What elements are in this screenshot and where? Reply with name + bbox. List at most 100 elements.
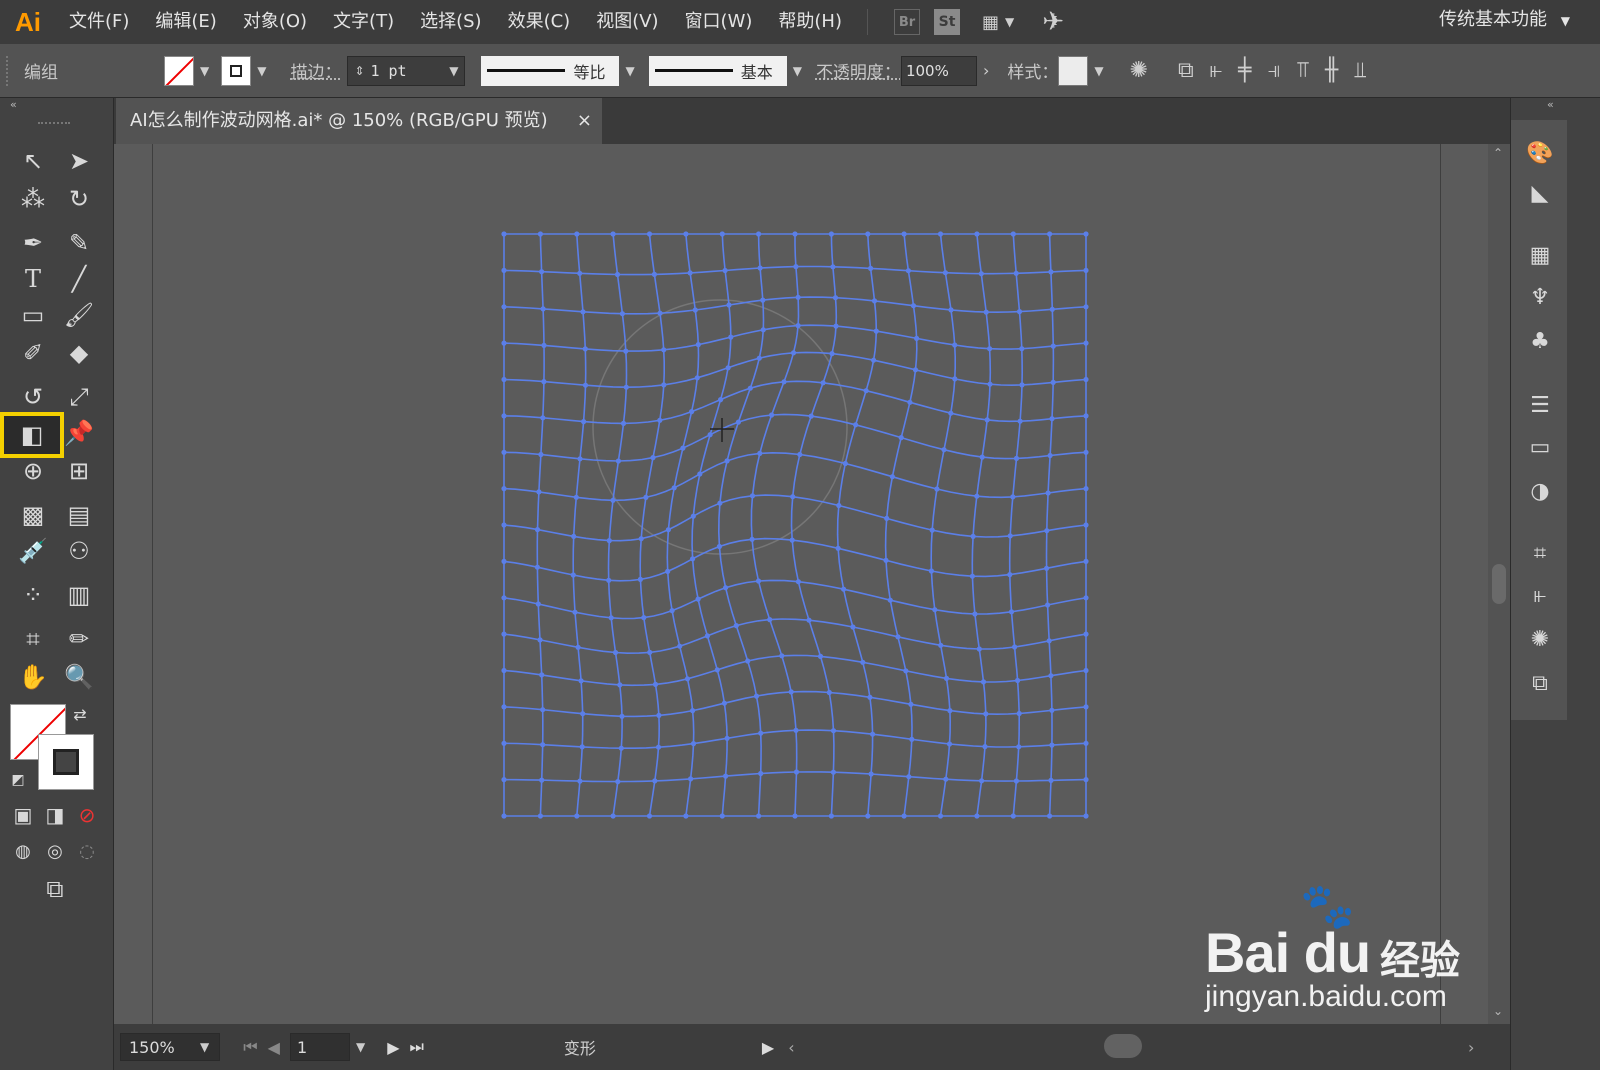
menu-help[interactable]: 帮助(H) [765,0,855,44]
symbol-sprayer-tool-icon[interactable]: ⁘ [12,578,54,612]
opacity-label[interactable]: 不透明度： [816,58,901,83]
layers-panel-icon[interactable]: ⧉ [1525,668,1555,698]
menu-effect[interactable]: 效果(C) [495,0,584,44]
gpu-performance-icon[interactable]: ✈ [1042,7,1064,37]
first-artboard-icon[interactable]: ⏮ [243,1037,257,1057]
gradient-tool-icon[interactable]: ▤ [58,498,100,532]
warp-tool-icon[interactable]: ◧ [0,412,64,458]
canvas-area[interactable]: ⌃ ⌄ 🐾 Bai du 经验 jingyan.baidu.com [114,144,1510,1024]
scroll-up-icon[interactable]: ⌃ [1493,146,1503,160]
hand-tool-icon[interactable]: ✋ [12,660,54,694]
artboard-number-field[interactable]: 1 [289,1033,350,1061]
scroll-down-icon[interactable]: ⌄ [1493,1004,1503,1018]
slice-tool-icon[interactable]: ✏ [58,622,100,656]
menu-view[interactable]: 视图(V) [583,0,671,44]
artboard-tool-icon[interactable]: ⌗ [12,622,54,656]
pen-tool-icon[interactable]: ✒ [12,226,54,260]
default-fill-stroke-icon[interactable]: ◩ [4,768,32,792]
none-mode-icon[interactable]: ⊘ [72,798,102,832]
column-graph-tool-icon[interactable]: ▥ [58,578,100,612]
vertical-scroll-thumb[interactable] [1492,564,1506,604]
align-middle-icon[interactable]: ╫ [1325,58,1338,83]
collapse-panel-icon[interactable]: « [0,98,113,116]
bridge-button[interactable]: Br [894,9,920,35]
chevron-down-icon[interactable]: ▼ [200,1040,209,1054]
chevron-down-icon[interactable]: ▼ [793,64,802,78]
stroke-swatch[interactable] [221,55,252,86]
gradient-panel-icon[interactable]: ▭ [1525,432,1555,462]
perspective-grid-tool-icon[interactable]: ⊞ [58,454,100,488]
stock-button[interactable]: St [934,9,960,35]
stroke-label[interactable]: 描边： [290,58,341,83]
menu-window[interactable]: 窗口(W) [672,0,766,44]
scroll-left-icon[interactable]: ‹ [788,1038,794,1057]
brushes-panel-icon[interactable]: ♆ [1525,282,1555,312]
align-top-icon[interactable]: ⫪ [1297,58,1309,83]
rotate-tool-icon[interactable]: ↺ [12,380,54,414]
scale-tool-icon[interactable]: ⤢ [58,380,100,414]
lasso-tool-icon[interactable]: ↻ [58,182,100,216]
transform-icon[interactable]: ⧉ [1178,58,1194,83]
magic-wand-tool-icon[interactable]: ⁂ [12,182,54,216]
draw-behind-icon[interactable]: ◎ [40,834,70,868]
stroke-swatch[interactable] [38,734,94,790]
graphic-style-swatch[interactable] [1058,55,1089,86]
align-bottom-icon[interactable]: ⫫ [1354,58,1366,83]
chevron-down-icon[interactable]: ▼ [1094,64,1103,78]
type-tool-icon[interactable]: T [12,262,54,296]
line-tool-icon[interactable]: ╱ [58,262,100,296]
fill-swatch[interactable] [164,55,194,86]
shaper-tool-icon[interactable]: ✐ [12,336,54,370]
previous-artboard-icon[interactable]: ◀ [268,1038,280,1057]
brush-definition[interactable]: 基本 [648,55,787,86]
chevron-down-icon[interactable]: ▼ [449,64,458,78]
arrange-documents-button[interactable]: ▦ ▼ [982,12,1014,33]
menu-file[interactable]: 文件(F) [56,0,142,44]
swap-fill-stroke-icon[interactable]: ⇄ [66,702,94,726]
chevron-down-icon[interactable]: ▼ [625,64,634,78]
recolor-artwork-icon[interactable]: ✺ [1130,58,1148,83]
menu-edit[interactable]: 编辑(E) [142,0,229,44]
vertical-scrollbar[interactable]: ⌃ ⌄ [1488,144,1510,1024]
collapse-panel-icon[interactable]: « [1547,98,1554,111]
align-center-icon[interactable]: ╪ [1238,58,1251,83]
blend-tool-icon[interactable]: ⚇ [58,534,100,568]
stepper-icon[interactable]: ⇕ [348,64,370,78]
workspace-switcher[interactable]: 传统基本功能 ▼ [1439,0,1570,44]
puppet-warp-tool-icon[interactable]: 📌 [58,416,100,450]
appearance-panel-icon[interactable]: ✺ [1525,624,1555,654]
color-panel-icon[interactable]: 🎨 [1525,138,1555,168]
menu-type[interactable]: 文字(T) [320,0,407,44]
menu-select[interactable]: 选择(S) [407,0,494,44]
status-menu-icon[interactable]: ▶ [762,1038,774,1057]
color-mode-icon[interactable]: ▣ [8,798,38,832]
selection-tool-icon[interactable]: ↖ [12,144,54,178]
align-panel-icon[interactable]: ⫦ [1525,580,1555,610]
rectangle-tool-icon[interactable]: ▭ [12,298,54,332]
screen-mode-icon[interactable]: ⧉ [34,872,76,906]
menu-object[interactable]: 对象(O) [230,0,320,44]
close-icon[interactable]: × [577,98,592,144]
transform-panel-icon[interactable]: ⌗ [1525,538,1555,568]
eraser-tool-icon[interactable]: ◆ [58,336,100,370]
chevron-down-icon[interactable]: ▼ [200,64,209,78]
mesh-tool-icon[interactable]: ▩ [12,498,54,532]
document-tab[interactable]: AI怎么制作波动网格.ai* @ 150% (RGB/GPU 预览) × [116,98,602,144]
swatches-panel-icon[interactable]: ▦ [1525,240,1555,270]
align-left-icon[interactable]: ⫦ [1210,58,1222,83]
stroke-panel-icon[interactable]: ☰ [1525,390,1555,420]
chevron-down-icon[interactable]: ▼ [356,1040,365,1054]
shape-builder-tool-icon[interactable]: ⊕ [12,454,54,488]
curvature-tool-icon[interactable]: ✎ [58,226,100,260]
chevron-right-icon[interactable]: › [983,61,989,80]
zoom-tool-icon[interactable]: 🔍 [58,660,100,694]
color-guide-panel-icon[interactable]: ◣ [1525,178,1555,208]
opacity-field[interactable]: 100% [900,55,977,86]
gradient-mode-icon[interactable]: ◨ [40,798,70,832]
chevron-down-icon[interactable]: ▼ [257,64,266,78]
align-right-icon[interactable]: ⫣ [1267,58,1280,83]
direct-selection-tool-icon[interactable]: ➤ [58,144,100,178]
symbols-panel-icon[interactable]: ♣ [1525,326,1555,356]
paintbrush-tool-icon[interactable]: 🖌 [58,298,100,332]
variable-width-profile[interactable]: 等比 [481,55,620,86]
